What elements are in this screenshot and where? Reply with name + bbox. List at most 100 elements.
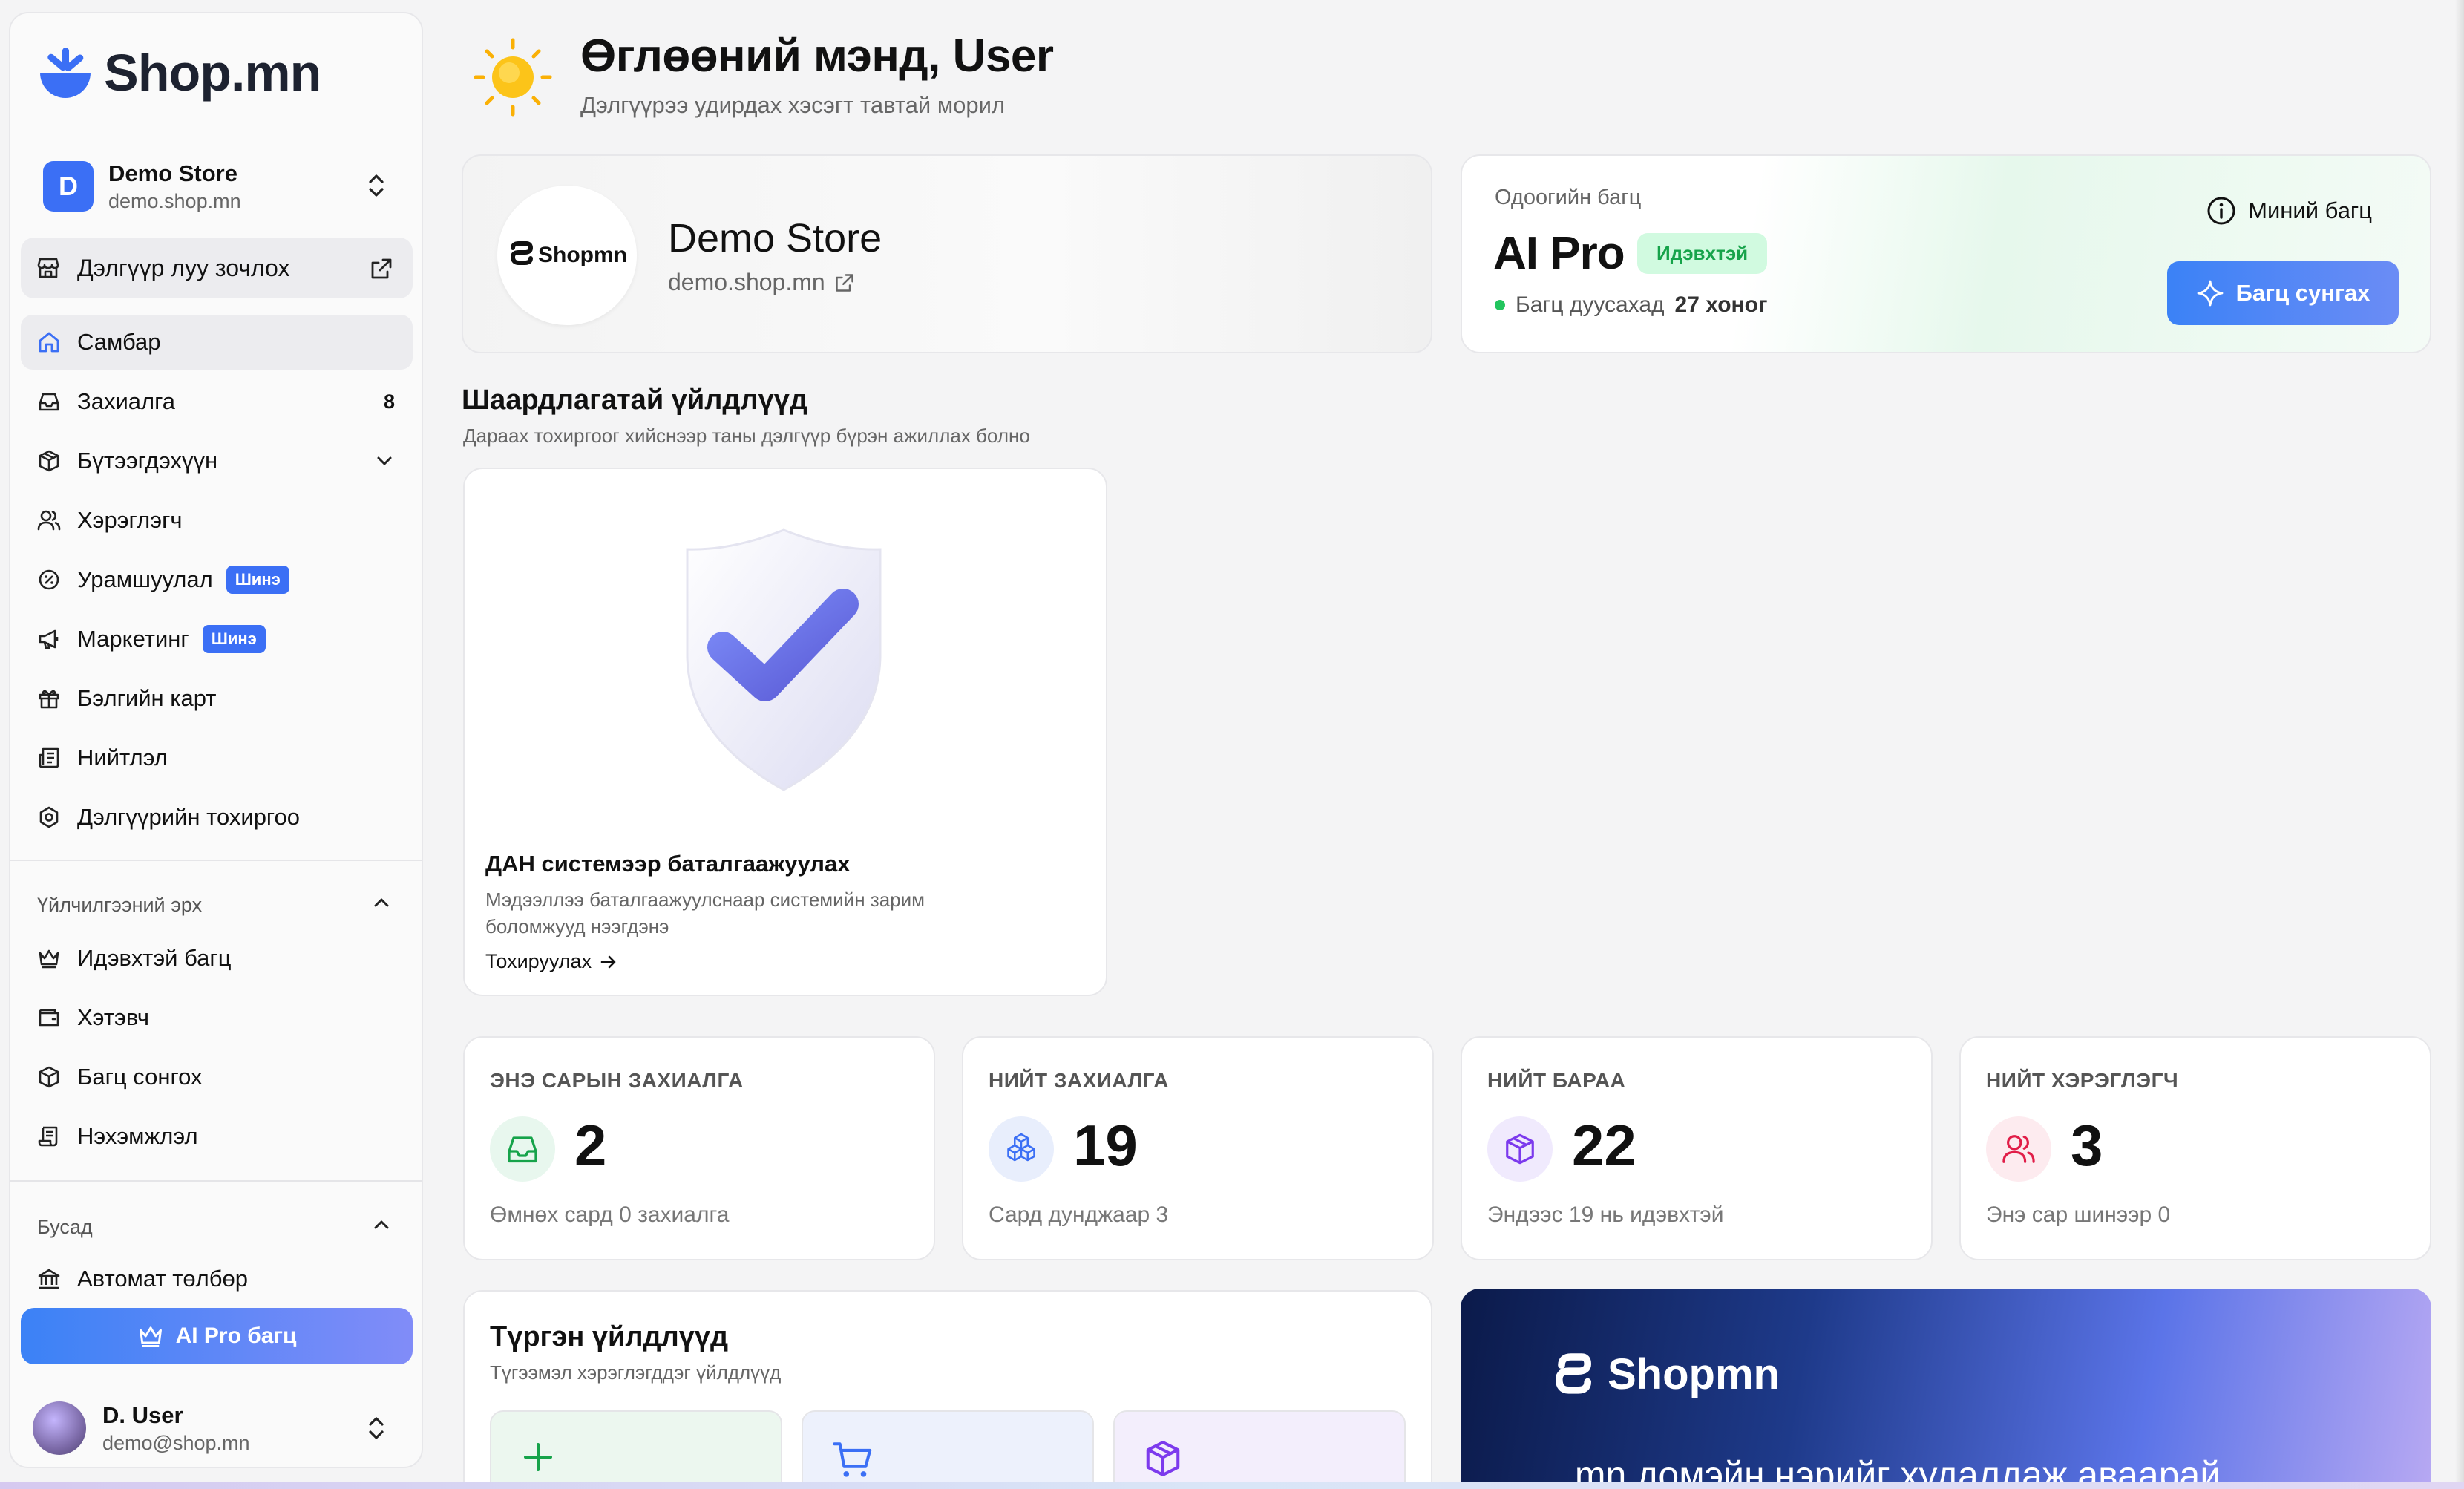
inbox-icon xyxy=(39,393,59,411)
plan-name: AI Pro xyxy=(1493,228,1625,279)
section-header-service: Үйлчилгээний эрх xyxy=(37,894,203,916)
brand-logo[interactable]: Shop.mn xyxy=(36,43,321,102)
chevron-up-icon[interactable] xyxy=(371,1214,392,1235)
divider xyxy=(10,860,422,861)
new-badge: Шинэ xyxy=(226,566,289,594)
sidebar-item-label: Идэвхтэй багц xyxy=(77,945,232,971)
page-title: Өглөөний мэнд, User xyxy=(580,30,1054,82)
stat-icon-wrap xyxy=(1487,1116,1553,1182)
box-icon xyxy=(1146,1441,1180,1476)
box-icon xyxy=(39,1066,59,1088)
chevron-updown-icon xyxy=(369,1417,384,1439)
ai-pro-plan-label: AI Pro багц xyxy=(175,1323,297,1348)
dan-card-title: ДАН системээр баталгаажуулах xyxy=(485,851,851,877)
users-icon xyxy=(37,510,61,531)
crown-icon xyxy=(39,949,59,969)
stat-label: НИЙТ ХЭРЭГЛЭГЧ xyxy=(1986,1069,2179,1092)
orders-count: 8 xyxy=(383,390,395,413)
new-badge: Шинэ xyxy=(202,625,266,653)
sidebar-item-choose-plan[interactable]: Багц сонгох xyxy=(21,1050,413,1105)
sidebar-item-invoices[interactable]: Нэхэмжлэл xyxy=(21,1109,413,1164)
store-switcher-name: Demo Store xyxy=(108,160,237,186)
stat-label: ЭНЭ САРЫН ЗАХИАЛГА xyxy=(490,1069,744,1092)
stat-subtext: Өмнөх сард 0 захиалга xyxy=(490,1202,730,1227)
stat-value: 2 xyxy=(574,1113,607,1178)
plan-days-prefix: Багц дуусахад xyxy=(1516,292,1665,317)
sidebar-item-marketing[interactable]: Маркетинг Шинэ xyxy=(21,612,413,667)
user-menu[interactable]: D. User demo@shop.mn xyxy=(33,1393,411,1464)
stat-icon-wrap xyxy=(1986,1116,2051,1182)
store-switcher-domain: demo.shop.mn xyxy=(108,189,241,212)
shopmn-logo-icon xyxy=(1555,1352,1592,1394)
shield-check-illustration xyxy=(686,528,882,791)
store-url: demo.shop.mn xyxy=(668,269,825,295)
sparkle-icon xyxy=(2197,280,2224,307)
sidebar-item-label: Хэтэвч xyxy=(77,1004,150,1030)
visit-store-label: Дэлгүүр луу зочлох xyxy=(77,254,290,281)
sidebar-item-wallet[interactable]: Хэтэвч xyxy=(21,990,413,1045)
sidebar-item-label: Маркетинг xyxy=(77,626,189,652)
brand-wordmark: Shop.mn xyxy=(104,44,321,102)
stat-card-total-orders[interactable]: НИЙТ ЗАХИАЛГА 19 Сард дунджаар 3 xyxy=(962,1036,1434,1260)
inbox-icon xyxy=(508,1136,537,1163)
quick-action-orders[interactable] xyxy=(802,1410,1094,1489)
sidebar-item-label: Нийтлэл xyxy=(77,744,168,770)
sidebar-item-promotions[interactable]: Урамшуулал Шинэ xyxy=(21,552,413,607)
cart-icon xyxy=(833,1442,872,1477)
quick-action-add[interactable] xyxy=(490,1410,782,1489)
plan-card: Одоогийн багц AI Pro Идэвхтэй Багц дууса… xyxy=(1461,154,2431,353)
sidebar-item-orders[interactable]: Захиалга 8 xyxy=(21,374,413,429)
sidebar-item-active-plan[interactable]: Идэвхтэй багц xyxy=(21,931,413,986)
extend-plan-label: Багц сунгах xyxy=(2235,280,2370,306)
visit-store-button[interactable]: Дэлгүүр луу зочлох xyxy=(21,238,413,298)
sidebar-item-products[interactable]: Бүтээгдэхүүн xyxy=(21,433,413,488)
extend-plan-button[interactable]: Багц сунгах xyxy=(2167,261,2399,325)
store-card: Shopmn Demo Store demo.shop.mn xyxy=(462,154,1432,353)
store-logo-text: Shopmn xyxy=(538,243,627,267)
my-plan-button[interactable]: Миний багц xyxy=(2206,196,2372,226)
crown-icon xyxy=(139,1326,162,1347)
stat-card-total-customers[interactable]: НИЙТ ХЭРЭГЛЭГЧ 3 Энэ сар шинээр 0 xyxy=(1959,1036,2431,1260)
stat-icon-wrap xyxy=(490,1116,555,1182)
chevron-up-icon[interactable] xyxy=(371,892,392,913)
sidebar-item-dashboard[interactable]: Самбар xyxy=(21,315,413,370)
ai-pro-plan-button[interactable]: AI Pro багц xyxy=(21,1308,413,1364)
sidebar-item-label: Хэрэглэгч xyxy=(77,507,183,533)
stat-subtext: Энэ сар шинээр 0 xyxy=(1986,1202,2171,1227)
sidebar-item-label: Дэлгүүрийн тохиргоо xyxy=(77,804,301,830)
required-actions-title: Шаардлагатай үйлдлүүд xyxy=(462,384,808,416)
my-plan-label: Миний багц xyxy=(2248,197,2372,223)
setup-link[interactable]: Тохируулах xyxy=(485,950,618,973)
receipt-icon xyxy=(38,1126,58,1147)
sidebar-item-gift-cards[interactable]: Бэлгийн карт xyxy=(21,671,413,726)
megaphone-icon xyxy=(39,629,59,649)
sidebar-item-auto-payment[interactable]: Автомат төлбөр xyxy=(21,1251,413,1306)
store-url-link[interactable]: demo.shop.mn xyxy=(668,269,855,296)
store-icon xyxy=(37,258,59,278)
quick-actions-subtitle: Түгээмэл хэрэглэгддэг үйлдлүүд xyxy=(490,1361,782,1384)
promo-banner[interactable]: Shopmn .mn домэйн нэрийг худалдаж аваара… xyxy=(1461,1289,2431,1489)
store-switcher[interactable]: D Demo Store demo.shop.mn xyxy=(33,145,411,227)
quick-action-products[interactable] xyxy=(1113,1410,1406,1489)
box-icon xyxy=(1506,1133,1534,1165)
stat-card-monthly-orders[interactable]: ЭНЭ САРЫН ЗАХИАЛГА 2 Өмнөх сард 0 захиал… xyxy=(463,1036,935,1260)
boxes-icon xyxy=(1007,1133,1035,1162)
divider xyxy=(10,1180,422,1182)
stat-value: 3 xyxy=(2071,1113,2103,1178)
dan-verify-card[interactable]: ДАН системээр баталгаажуулах Мэдээллээ б… xyxy=(463,468,1107,996)
wallet-icon xyxy=(39,1009,59,1027)
status-badge: Идэвхтэй xyxy=(1637,233,1768,274)
chevron-updown-icon xyxy=(369,174,384,197)
window-edge xyxy=(0,1482,2464,1489)
sidebar-item-articles[interactable]: Нийтлэл xyxy=(21,730,413,785)
sidebar-item-customers[interactable]: Хэрэглэгч xyxy=(21,493,413,548)
bank-icon xyxy=(38,1269,60,1289)
sidebar-item-store-settings[interactable]: Дэлгүүрийн тохиргоо xyxy=(21,790,413,845)
stat-card-total-products[interactable]: НИЙТ БАРАА 22 Эндээс 19 нь идэвхтэй xyxy=(1461,1036,1933,1260)
quick-actions-card: Түргэн үйлдлүүд Түгээмэл хэрэглэгддэг үй… xyxy=(463,1290,1432,1489)
user-name: D. User xyxy=(102,1401,183,1428)
plan-label: Одоогийн багц xyxy=(1495,186,1642,209)
arrow-right-icon xyxy=(600,955,616,968)
external-link-icon xyxy=(371,258,392,279)
section-header-other: Бусад xyxy=(37,1216,93,1238)
